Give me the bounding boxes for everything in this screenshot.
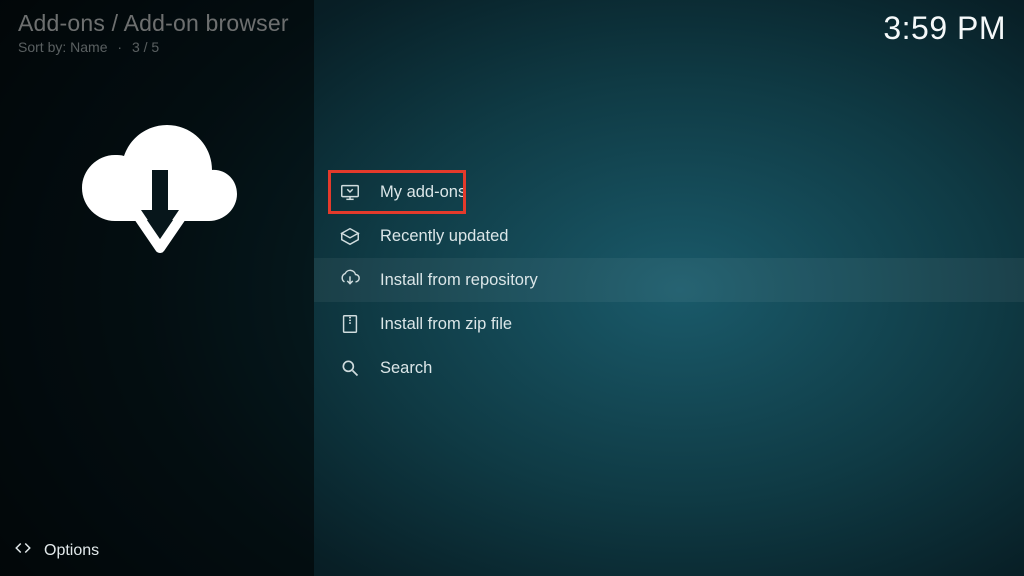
menu-item-label: Search xyxy=(380,359,432,378)
monitor-icon xyxy=(338,180,362,204)
cloud-down-icon xyxy=(338,268,362,292)
clock: 3:59 PM xyxy=(883,10,1006,47)
options-button[interactable]: Options xyxy=(14,539,99,562)
box-open-icon xyxy=(338,224,362,248)
menu-item-label: Install from repository xyxy=(380,271,538,290)
menu-item-label: Recently updated xyxy=(380,227,508,246)
options-icon xyxy=(14,539,32,562)
search-icon xyxy=(338,356,362,380)
menu-item-recently-updated[interactable]: Recently updated xyxy=(314,214,1024,258)
menu-item-install-zip[interactable]: Install from zip file xyxy=(314,302,1024,346)
menu-item-search[interactable]: Search xyxy=(314,346,1024,390)
menu-item-label: Install from zip file xyxy=(380,315,512,334)
menu-item-install-repository[interactable]: Install from repository xyxy=(314,258,1024,302)
options-label: Options xyxy=(44,542,99,560)
sidebar: Options xyxy=(0,0,314,576)
menu-item-my-addons[interactable]: My add-ons xyxy=(314,170,1024,214)
menu-item-label: My add-ons xyxy=(380,183,466,202)
menu-list: My add-ons Recently updated Install from… xyxy=(314,170,1024,390)
cloud-download-icon xyxy=(62,110,252,265)
zip-file-icon xyxy=(338,312,362,336)
